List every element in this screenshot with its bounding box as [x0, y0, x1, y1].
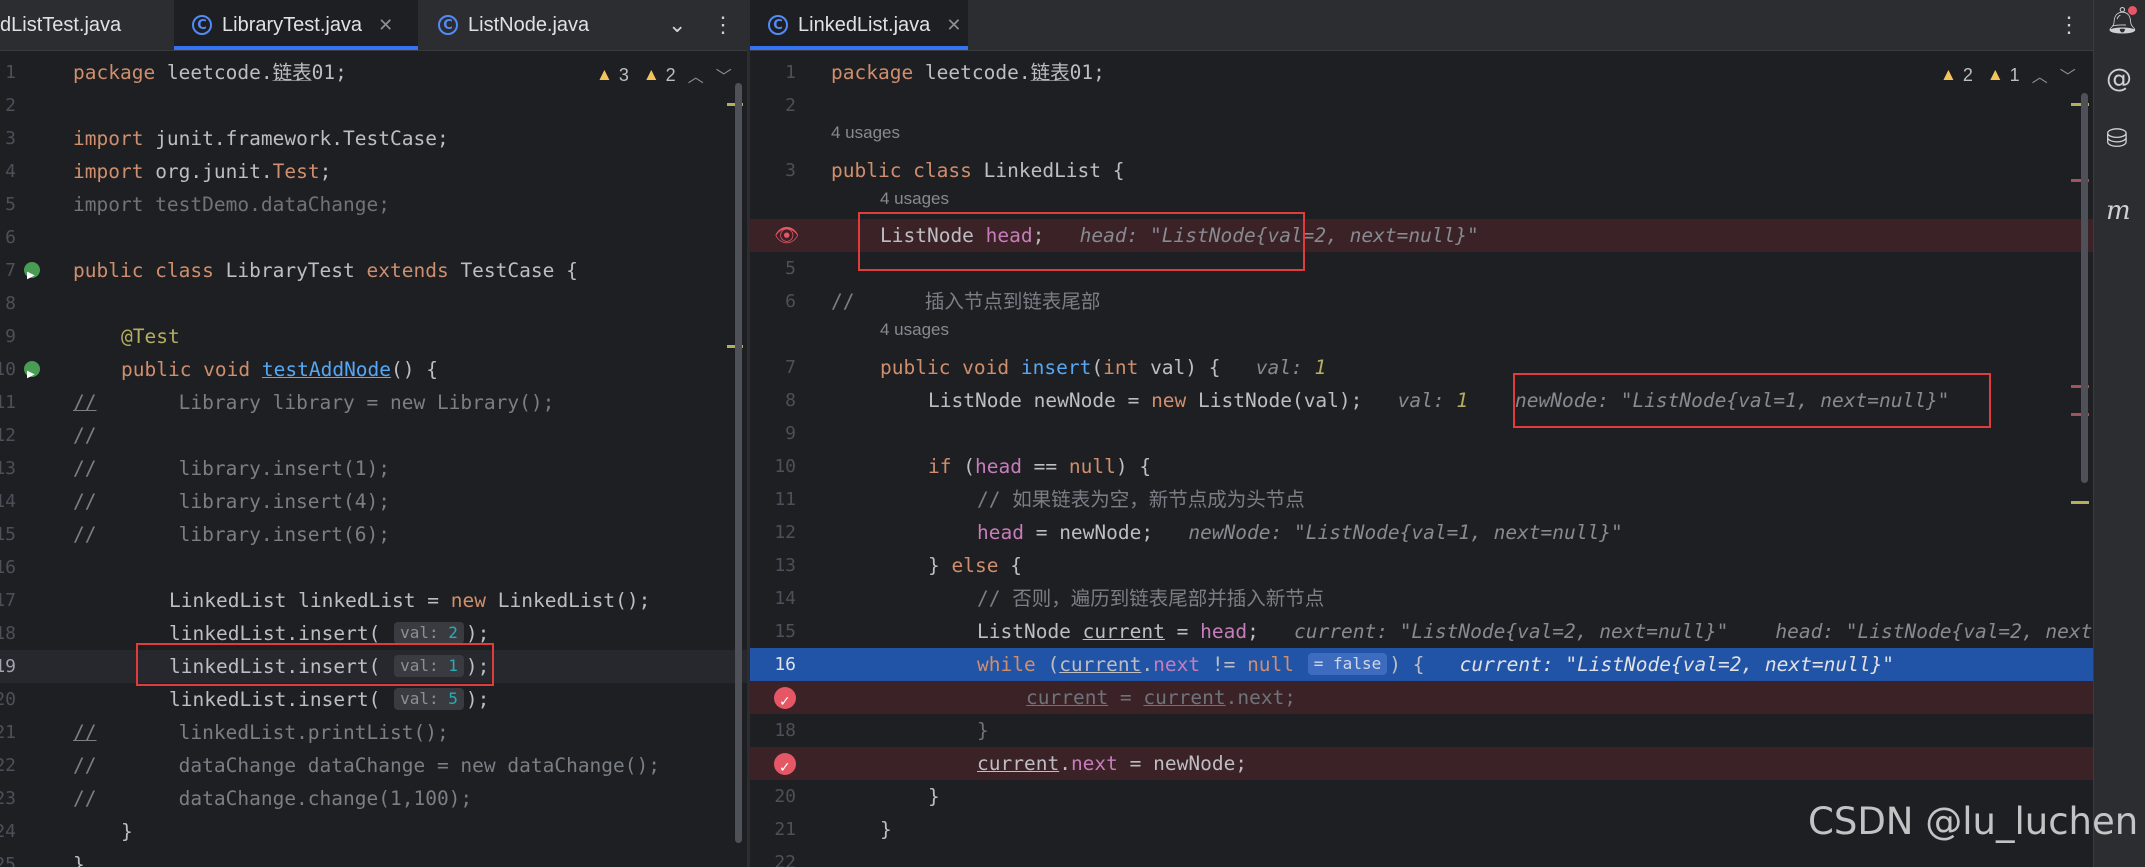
database-icon[interactable]: ⛁: [2106, 124, 2128, 154]
tab-librarytest[interactable]: C LibraryTest.java ✕: [174, 0, 418, 50]
notification-badge: [2128, 6, 2137, 15]
highlight-box: [1513, 373, 1991, 428]
class-icon: C: [438, 15, 458, 35]
breakpoint-icon[interactable]: [774, 686, 796, 719]
run-test-icon[interactable]: [24, 259, 40, 292]
run-test-icon[interactable]: [24, 358, 40, 391]
close-icon[interactable]: ✕: [946, 15, 961, 36]
right-editor-pane: C LinkedList.java ✕ ⋮ ▲ 2 ▲ 1 ︿ ﹀ 1 packa…: [750, 0, 2093, 867]
watermark: CSDN @lu_luchen: [1808, 800, 2139, 843]
more-options-icon[interactable]: ⋮: [712, 12, 734, 38]
tab-label: ListNode.java: [468, 13, 590, 36]
tab-linkedlist[interactable]: C LinkedList.java ✕: [750, 0, 968, 50]
highlight-box: [136, 643, 494, 686]
tab-label: dListTest.java: [0, 13, 122, 36]
left-tab-bar: dListTest.java C LibraryTest.java ✕ C Li…: [0, 0, 747, 51]
spiral-icon[interactable]: @: [2106, 64, 2132, 94]
breakpoint-icon[interactable]: [774, 752, 796, 785]
tab-listnode[interactable]: C ListNode.java: [434, 0, 589, 50]
left-scrollbar[interactable]: [727, 63, 743, 867]
right-tool-strip: 🔔︎ @ ⛁ m: [2093, 0, 2145, 867]
left-code-editor[interactable]: ▲ 3 ▲ 2 ︿ ﹀ 1 package leetcode.链表01; 2 3i…: [0, 51, 747, 867]
left-editor-pane: dListTest.java C LibraryTest.java ✕ C Li…: [0, 0, 747, 867]
tab-linkedlisttest[interactable]: dListTest.java: [0, 0, 172, 50]
close-icon[interactable]: ✕: [378, 15, 393, 36]
tab-label: LinkedList.java: [798, 13, 931, 36]
right-scrollbar[interactable]: [2071, 63, 2089, 867]
class-icon: C: [768, 15, 788, 35]
right-tab-bar: C LinkedList.java ✕ ⋮: [750, 0, 2093, 51]
more-options-icon[interactable]: ⋮: [2058, 12, 2080, 38]
maven-icon[interactable]: m: [2106, 196, 2131, 226]
highlight-box: [858, 212, 1305, 271]
right-code-editor[interactable]: ▲ 2 ▲ 1 ︿ ﹀ 1 package leetcode.链表01; 2 4 …: [750, 51, 2093, 867]
field-watchpoint-icon[interactable]: 👁: [774, 219, 799, 252]
class-icon: C: [192, 15, 212, 35]
chevron-down-icon[interactable]: ⌄: [668, 12, 686, 38]
tab-label: LibraryTest.java: [222, 13, 363, 36]
